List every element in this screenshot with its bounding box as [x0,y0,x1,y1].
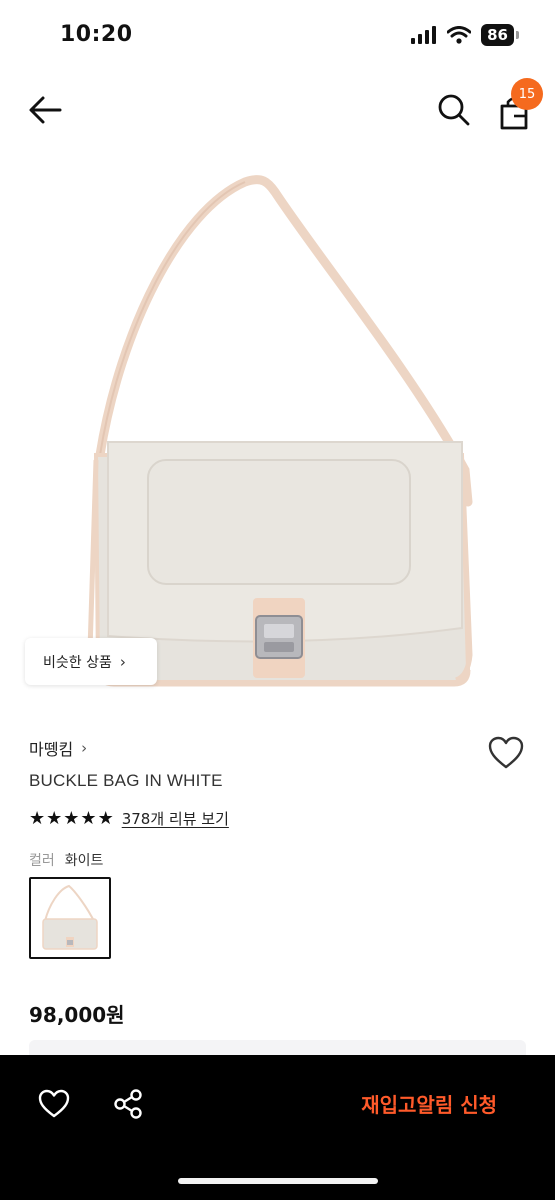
star-icon: ★ [29,807,46,829]
battery-level: 86 [481,24,514,46]
price: 98,000원 [29,1003,125,1027]
share-icon[interactable] [112,1088,144,1120]
wifi-icon [447,26,472,44]
brand-name: 마뗑킴 [29,740,74,759]
similar-products-button[interactable]: 비슷한 상품 › [25,638,157,685]
status-icons: 86 [411,24,519,46]
heart-outline-icon[interactable] [38,1089,70,1119]
color-label: 컬러 [29,853,55,869]
search-icon[interactable] [436,92,472,128]
status-time: 10:20 [60,22,133,47]
star-icon: ★ [46,807,63,829]
home-indicator [178,1178,378,1184]
brand-link[interactable]: 마뗑킴 › [29,736,87,760]
battery-icon: 86 [481,24,519,46]
top-nav [0,78,555,142]
star-icon: ★ [80,807,97,829]
chevron-right-icon: › [119,652,126,671]
review-link[interactable]: 378개 리뷰 보기 [122,808,229,829]
status-bar: 10:20 86 [0,0,555,70]
star-icon: ★ [63,807,80,829]
back-arrow-icon[interactable] [26,92,66,128]
cart-count-badge: 15 [511,78,543,110]
star-icon: ★ [97,807,114,829]
similar-products-label: 비슷한 상품 [43,654,112,671]
color-row: 컬러 화이트 [29,850,103,870]
color-value: 화이트 [64,853,104,869]
signal-icon [411,26,437,44]
star-rating: ★ ★ ★ ★ ★ [29,807,114,829]
chevron-right-icon: › [81,739,88,757]
restock-alert-button[interactable]: 재입고알림 신청 [361,1089,497,1118]
color-swatch-white[interactable] [29,877,111,959]
product-name: BUCKLE BAG IN WHITE [29,771,223,790]
heart-outline-icon[interactable] [488,736,524,770]
rating-row: ★ ★ ★ ★ ★ 378개 리뷰 보기 [29,808,229,829]
product-image[interactable] [0,150,555,710]
